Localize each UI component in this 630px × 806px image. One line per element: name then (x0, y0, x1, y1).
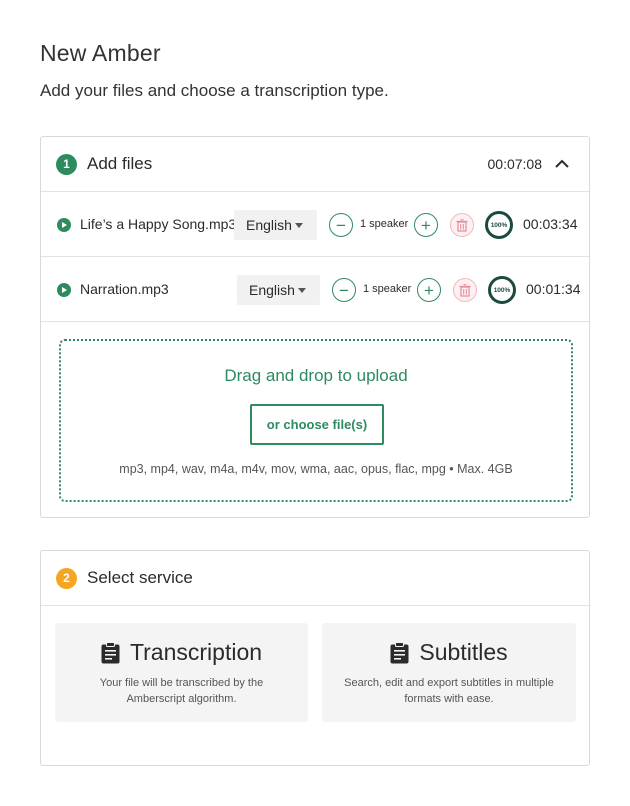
caret-down-icon (298, 288, 306, 293)
service-title: Transcription (129, 639, 263, 665)
dropzone-title: Drag and drop to upload (224, 366, 408, 385)
play-icon[interactable] (57, 283, 71, 297)
select-service-header: 2 Select service (41, 551, 589, 606)
service-subtitles[interactable]: Subtitles Search, edit and export subtit… (322, 623, 576, 722)
add-files-title: Add files (87, 154, 153, 173)
upload-progress: 100% (485, 211, 513, 239)
service-description: Your file will be transcribed by the Amb… (99, 677, 264, 705)
add-files-card: 1 Add files 00:07:08 Life’s a Happy Song… (40, 136, 590, 518)
step-number-badge: 1 (56, 153, 77, 175)
step-number-badge: 2 (56, 567, 77, 589)
chevron-up-icon[interactable] (553, 155, 571, 173)
clipboard-icon (390, 641, 409, 663)
speaker-count: 1 speaker (360, 218, 409, 230)
upload-dropzone[interactable]: Drag and drop to upload or choose file(s… (59, 339, 573, 502)
clipboard-icon (101, 641, 120, 663)
decrease-speakers-button[interactable]: − (329, 213, 353, 237)
trash-icon (456, 218, 468, 232)
supported-formats: mp3, mp4, wav, m4a, m4v, mov, wma, aac, … (119, 462, 513, 476)
play-icon[interactable] (57, 218, 71, 232)
caret-down-icon (295, 223, 303, 228)
upload-progress: 100% (488, 276, 516, 304)
file-name: Narration.mp3 (80, 281, 169, 297)
decrease-speakers-button[interactable]: − (332, 278, 356, 302)
language-value: English (246, 217, 292, 233)
service-title: Subtitles (419, 639, 508, 665)
add-files-header[interactable]: 1 Add files 00:07:08 (41, 137, 589, 192)
page-subtitle: Add your files and choose a transcriptio… (40, 81, 389, 100)
speaker-count: 1 speaker (363, 283, 412, 295)
file-duration: 00:01:34 (526, 281, 581, 297)
delete-file-button[interactable] (450, 213, 474, 237)
total-duration: 00:07:08 (487, 156, 543, 172)
select-service-title: Select service (87, 568, 193, 587)
file-row: Life’s a Happy Song.mp3 English − 1 spea… (41, 192, 589, 257)
file-row: Narration.mp3 English − 1 speaker + 100%… (41, 257, 589, 322)
service-transcription[interactable]: Transcription Your file will be transcri… (55, 623, 308, 722)
choose-files-button[interactable]: or choose file(s) (250, 404, 384, 445)
language-value: English (249, 282, 295, 298)
language-select[interactable]: English (237, 275, 320, 305)
file-duration: 00:03:34 (523, 216, 578, 232)
file-name: Life’s a Happy Song.mp3 (80, 216, 237, 232)
increase-speakers-button[interactable]: + (417, 278, 441, 302)
page-title: New Amber (40, 40, 161, 66)
select-service-card: 2 Select service Transcription Your file… (40, 550, 590, 766)
service-description: Search, edit and export subtitles in mul… (344, 677, 554, 705)
language-select[interactable]: English (234, 210, 317, 240)
delete-file-button[interactable] (453, 278, 477, 302)
increase-speakers-button[interactable]: + (414, 213, 438, 237)
trash-icon (459, 283, 471, 297)
